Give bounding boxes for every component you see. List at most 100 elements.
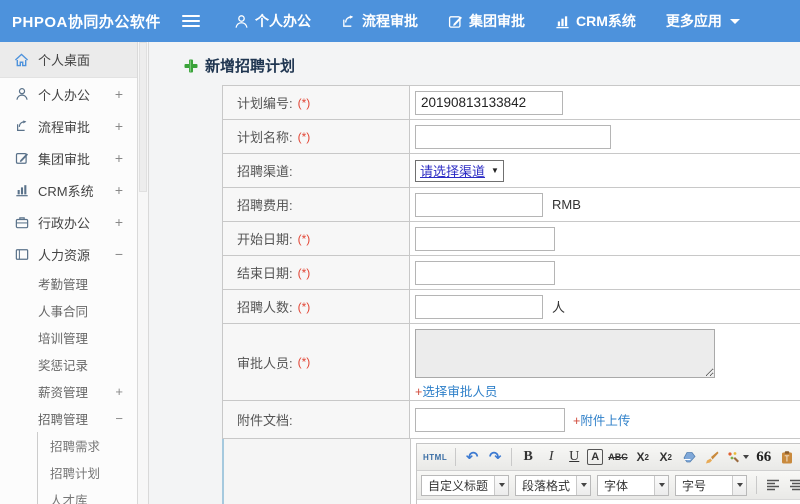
subscript-button[interactable]: X2 bbox=[656, 447, 676, 467]
sidebar-item-recruit-demand[interactable]: 招聘需求 bbox=[38, 432, 137, 459]
field-label: 招聘费用: bbox=[237, 198, 293, 213]
expand-plus[interactable]: + bbox=[115, 384, 123, 399]
fee-input[interactable] bbox=[415, 192, 543, 217]
strikethrough-button[interactable]: ABC bbox=[606, 447, 630, 467]
headcount-input[interactable] bbox=[415, 294, 543, 319]
briefcase-icon bbox=[13, 214, 30, 230]
main-content: 新增招聘计划 计划编号: (*) 计划名称: (*) 招聘渠道: 请选择渠道 ▼ 招… bbox=[149, 42, 800, 504]
headcount-unit-label: 人 bbox=[552, 300, 566, 315]
edit-icon bbox=[448, 14, 463, 29]
superscript-button[interactable]: X2 bbox=[633, 447, 653, 467]
bold-button[interactable]: B bbox=[518, 447, 538, 467]
form-row-end-date: 结束日期: (*) bbox=[223, 256, 800, 290]
undo-button[interactable]: ↶ bbox=[462, 447, 482, 467]
blockquote-button[interactable]: 66 bbox=[754, 447, 774, 467]
sidebar-item-admin-office[interactable]: 行政办公 + bbox=[0, 206, 137, 238]
expand-plus[interactable]: + bbox=[115, 118, 123, 134]
paragraph-format-combobox[interactable]: 段落格式 bbox=[515, 474, 592, 496]
attachment-input[interactable] bbox=[415, 407, 565, 432]
fee-unit-label: RMB bbox=[552, 197, 581, 212]
form-row-description: HTML ↶ ↷ B I U A ABC X2 X2 66 T 自定义标题 段落… bbox=[222, 439, 800, 504]
field-label: 招聘人数: bbox=[237, 300, 293, 315]
app-brand: PHPOA协同办公软件 bbox=[12, 13, 161, 31]
user-icon bbox=[234, 14, 249, 29]
nav-item-more-apps[interactable]: 更多应用 bbox=[666, 11, 740, 31]
sidebar-hr-submenu: 考勤管理 人事合同 培训管理 奖惩记录 薪资管理 + 招聘管理 − 招聘需求 招聘计… bbox=[0, 270, 137, 504]
underline-button[interactable]: U bbox=[564, 447, 584, 467]
plan-name-input[interactable] bbox=[415, 124, 611, 149]
plan-number-input[interactable] bbox=[415, 90, 563, 115]
rich-text-editor: HTML ↶ ↷ B I U A ABC X2 X2 66 T 自定义标题 段落… bbox=[416, 443, 800, 504]
sidebar-item-recruitment[interactable]: 招聘管理 − bbox=[0, 405, 137, 432]
sidebar-item-training[interactable]: 培训管理 bbox=[0, 324, 137, 351]
choose-approver-link[interactable]: +选择审批人员 bbox=[415, 381, 497, 400]
expand-plus[interactable]: + bbox=[115, 182, 123, 198]
expand-plus[interactable]: + bbox=[115, 214, 123, 230]
navbar-menu: 个人办公 流程审批 集团审批 CRM系统 更多应用 bbox=[234, 11, 740, 31]
form-row-plan-number: 计划编号: (*) bbox=[223, 86, 800, 120]
form-row-headcount: 招聘人数: (*) 人 bbox=[223, 290, 800, 324]
expand-plus[interactable]: + bbox=[115, 150, 123, 166]
sidebar-item-talent-pool[interactable]: 人才库 bbox=[38, 486, 137, 504]
sidebar-item-salary[interactable]: 薪资管理 + bbox=[0, 378, 137, 405]
align-left-button[interactable] bbox=[763, 475, 783, 495]
font-border-button[interactable]: A bbox=[587, 449, 604, 465]
nav-item-personal-office[interactable]: 个人办公 bbox=[234, 11, 311, 31]
italic-button[interactable]: I bbox=[541, 447, 561, 467]
format-brush-button[interactable] bbox=[702, 447, 722, 467]
chart-icon bbox=[13, 182, 30, 198]
sidebar-item-group-approval[interactable]: 集团审批 + bbox=[0, 142, 137, 174]
sidebar-scrollbar[interactable] bbox=[137, 42, 149, 504]
end-date-input[interactable] bbox=[415, 260, 555, 285]
sidebar-item-rewards[interactable]: 奖惩记录 bbox=[0, 351, 137, 378]
sidebar-item-personal-office[interactable]: 个人办公 + bbox=[0, 78, 137, 110]
caret-down-icon bbox=[742, 455, 749, 459]
editor-content-area[interactable] bbox=[417, 500, 800, 504]
sidebar-item-workflow-approval[interactable]: 流程审批 + bbox=[0, 110, 137, 142]
workflow-icon bbox=[13, 118, 30, 134]
field-label: 附件文档: bbox=[237, 413, 293, 428]
expand-plus[interactable]: + bbox=[115, 86, 123, 102]
form-row-attachment: 附件文档: +附件上传 bbox=[223, 401, 800, 439]
font-family-combobox[interactable]: 字体 bbox=[597, 474, 670, 496]
paste-button[interactable]: T bbox=[777, 447, 797, 467]
sidebar-item-crm[interactable]: CRM系统 + bbox=[0, 174, 137, 206]
approver-textarea[interactable] bbox=[415, 329, 715, 378]
nav-item-crm[interactable]: CRM系统 bbox=[555, 11, 636, 31]
editor-toolbar-row1: HTML ↶ ↷ B I U A ABC X2 X2 66 T bbox=[417, 444, 800, 471]
required-marker: (*) bbox=[297, 355, 311, 369]
nav-item-workflow-approval[interactable]: 流程审批 bbox=[341, 11, 418, 31]
custom-style-combobox[interactable]: 自定义标题 bbox=[421, 474, 510, 496]
sidebar-item-contracts[interactable]: 人事合同 bbox=[0, 297, 137, 324]
field-label: 计划编号: bbox=[237, 96, 293, 111]
user-icon bbox=[13, 86, 30, 102]
field-label: 招聘渠道: bbox=[237, 164, 293, 179]
format-painter-button[interactable] bbox=[725, 447, 751, 467]
editor-toolbar-row2: 自定义标题 段落格式 字体 字号 bbox=[417, 471, 800, 500]
workflow-icon bbox=[341, 14, 356, 29]
sidebar-item-desktop[interactable]: 个人桌面 bbox=[0, 42, 137, 78]
sidebar-item-recruit-plan[interactable]: 招聘计划 bbox=[38, 459, 137, 486]
collapse-minus[interactable]: − bbox=[115, 246, 123, 262]
channel-select[interactable]: 请选择渠道 ▼ bbox=[415, 159, 504, 182]
field-label: 审批人员: bbox=[237, 355, 293, 371]
eraser-button[interactable] bbox=[679, 447, 699, 467]
nav-item-group-approval[interactable]: 集团审批 bbox=[448, 11, 525, 31]
start-date-input[interactable] bbox=[415, 226, 555, 251]
field-label: 开始日期: bbox=[237, 232, 293, 247]
field-label: 计划名称: bbox=[237, 130, 293, 145]
redo-button[interactable]: ↷ bbox=[485, 447, 505, 467]
plus-icon bbox=[184, 59, 198, 72]
caret-down-icon bbox=[580, 483, 587, 487]
font-size-combobox[interactable]: 字号 bbox=[675, 474, 748, 496]
hamburger-menu-icon[interactable] bbox=[182, 15, 200, 27]
align-center-button[interactable] bbox=[786, 475, 800, 495]
sidebar-item-hr[interactable]: 人力资源 − bbox=[0, 238, 137, 270]
sidebar-item-attendance[interactable]: 考勤管理 bbox=[0, 270, 137, 297]
caret-down-icon bbox=[729, 18, 740, 24]
required-marker: (*) bbox=[297, 299, 311, 314]
chart-icon bbox=[555, 14, 570, 29]
collapse-minus[interactable]: − bbox=[115, 411, 123, 426]
attachment-upload-link[interactable]: +附件上传 bbox=[573, 410, 630, 429]
html-source-button[interactable]: HTML bbox=[421, 447, 449, 467]
